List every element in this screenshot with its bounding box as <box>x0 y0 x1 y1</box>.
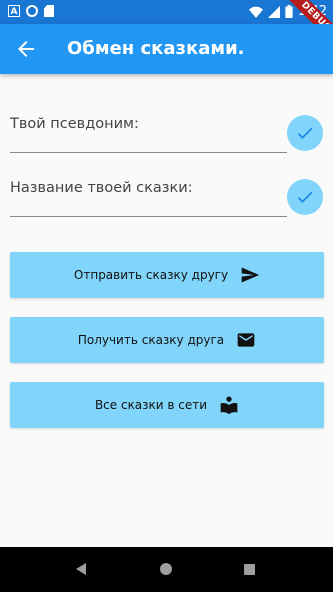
confirm-tale-name-button[interactable] <box>287 179 323 215</box>
book-reader-icon <box>220 396 238 415</box>
accessibility-a-icon: A <box>8 5 20 17</box>
nav-home-icon[interactable] <box>160 563 172 575</box>
send-tale-button[interactable]: Отправить сказку другу <box>10 252 324 298</box>
wifi-icon <box>248 6 263 18</box>
receive-tale-button[interactable]: Получить сказку друга <box>10 317 324 363</box>
sd-card-icon <box>44 5 54 17</box>
check-icon <box>297 127 313 139</box>
all-tales-label: Все сказки в сети <box>94 398 208 412</box>
status-bar: A 1:42 DEBUG <box>0 0 333 50</box>
tale-name-label: Название твоей сказки: <box>10 180 193 196</box>
battery-icon <box>285 5 293 18</box>
system-nav-bar <box>0 547 333 592</box>
sync-circle-icon <box>26 5 38 17</box>
send-tale-label: Отправить сказку другу <box>73 268 229 282</box>
nickname-field[interactable]: Твой псевдоним: <box>10 112 287 153</box>
back-button[interactable] <box>14 37 38 61</box>
confirm-nickname-button[interactable] <box>287 115 323 151</box>
tale-name-field[interactable]: Название твоей сказки: <box>10 176 287 217</box>
app-bar: Обмен сказками. <box>0 24 333 74</box>
mail-icon <box>237 333 255 347</box>
check-icon <box>297 191 313 203</box>
all-tales-button[interactable]: Все сказки в сети <box>10 382 324 428</box>
page-title: Обмен сказками. <box>67 38 245 59</box>
status-icons-left: A <box>8 5 54 17</box>
nav-back-icon[interactable] <box>76 563 86 575</box>
receive-tale-label: Получить сказку друга <box>77 333 225 347</box>
signal-icon <box>267 5 280 18</box>
arrow-back-icon <box>18 41 34 57</box>
nav-recents-icon[interactable] <box>244 564 255 575</box>
nickname-label: Твой псевдоним: <box>10 116 139 132</box>
send-icon <box>241 267 260 283</box>
